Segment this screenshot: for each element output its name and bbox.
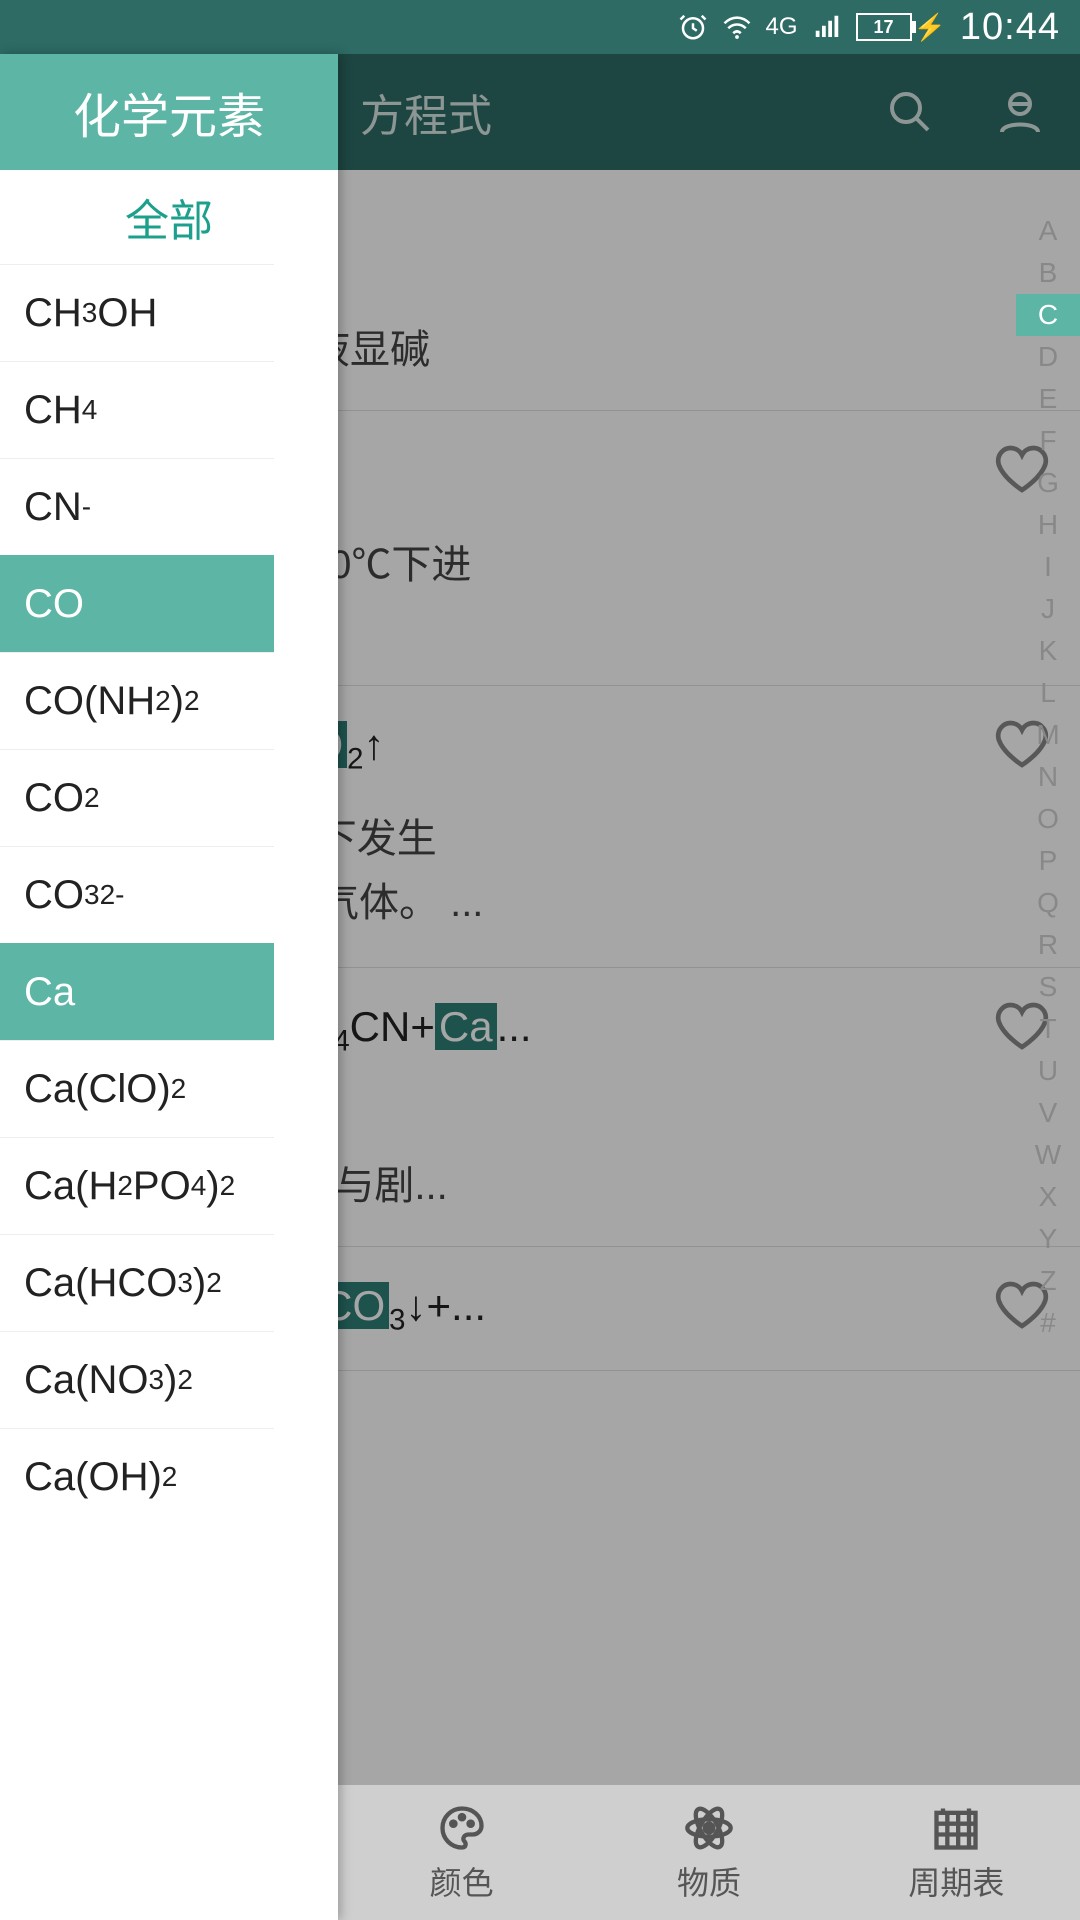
nav-periodic[interactable]: 周期表 bbox=[833, 1785, 1080, 1920]
status-bar: 4G 17 ⚡ 10:44 bbox=[0, 0, 1080, 54]
compound-item[interactable]: CO32- bbox=[0, 846, 274, 943]
index-letter[interactable]: I bbox=[1016, 546, 1080, 588]
index-letter[interactable]: # bbox=[1016, 1302, 1080, 1344]
compound-item[interactable]: CO2 bbox=[0, 749, 274, 846]
index-letter[interactable]: S bbox=[1016, 966, 1080, 1008]
alarm-icon bbox=[678, 12, 708, 42]
compound-item[interactable]: CH4 bbox=[0, 361, 274, 458]
table-icon bbox=[930, 1802, 982, 1854]
battery-indicator: 17 ⚡ bbox=[856, 12, 946, 43]
compound-item[interactable]: Ca(OH)2 bbox=[0, 1428, 274, 1525]
index-letter[interactable]: W bbox=[1016, 1134, 1080, 1176]
compound-item[interactable]: CO(NH2)2 bbox=[0, 652, 274, 749]
clock: 10:44 bbox=[960, 6, 1060, 49]
index-letter[interactable]: U bbox=[1016, 1050, 1080, 1092]
index-letter[interactable]: D bbox=[1016, 336, 1080, 378]
wifi-icon bbox=[722, 12, 752, 42]
index-letter[interactable]: E bbox=[1016, 378, 1080, 420]
atom-icon bbox=[683, 1802, 735, 1854]
bottom-nav: 颜色 物质 周期表 bbox=[338, 1785, 1080, 1920]
compound-item[interactable]: CN- bbox=[0, 458, 274, 555]
index-letter[interactable]: J bbox=[1016, 588, 1080, 630]
index-letter[interactable]: Y bbox=[1016, 1218, 1080, 1260]
compound-item[interactable]: Ca(HCO3)2 bbox=[0, 1234, 274, 1331]
sidebar-title: 化学元素 bbox=[0, 54, 338, 170]
element-sidebar: 化学元素 全部 CH3OHCH4CN-COCO(NH2)2CO2CO32-CaC… bbox=[0, 54, 338, 1920]
compound-list[interactable]: CH3OHCH4CN-COCO(NH2)2CO2CO32-CaCa(ClO)2C… bbox=[0, 264, 338, 1920]
index-letter[interactable]: V bbox=[1016, 1092, 1080, 1134]
index-letter[interactable]: T bbox=[1016, 1008, 1080, 1050]
nav-color[interactable]: 颜色 bbox=[338, 1785, 585, 1920]
sidebar-all[interactable]: 全部 bbox=[0, 170, 338, 264]
palette-icon bbox=[436, 1802, 488, 1854]
index-letter[interactable]: K bbox=[1016, 630, 1080, 672]
index-letter[interactable]: Z bbox=[1016, 1260, 1080, 1302]
index-letter[interactable]: B bbox=[1016, 252, 1080, 294]
alpha-index[interactable]: ABCDEFGHIJKLMNOPQRSTUVWXYZ# bbox=[1016, 210, 1080, 1344]
signal-icon bbox=[812, 12, 842, 42]
compound-item[interactable]: CO bbox=[0, 555, 274, 652]
index-letter[interactable]: X bbox=[1016, 1176, 1080, 1218]
index-letter[interactable]: F bbox=[1016, 420, 1080, 462]
index-letter[interactable]: P bbox=[1016, 840, 1080, 882]
compound-item[interactable]: Ca bbox=[0, 943, 274, 1040]
network-label: 4G bbox=[766, 13, 798, 41]
compound-item[interactable]: Ca(ClO)2 bbox=[0, 1040, 274, 1137]
compound-item[interactable]: Ca(NO3)2 bbox=[0, 1331, 274, 1428]
index-letter[interactable]: H bbox=[1016, 504, 1080, 546]
index-letter[interactable]: G bbox=[1016, 462, 1080, 504]
index-letter[interactable]: A bbox=[1016, 210, 1080, 252]
index-letter[interactable]: Q bbox=[1016, 882, 1080, 924]
compound-item[interactable]: CH3OH bbox=[0, 264, 274, 361]
index-letter[interactable]: C bbox=[1016, 294, 1080, 336]
index-letter[interactable]: R bbox=[1016, 924, 1080, 966]
index-letter[interactable]: O bbox=[1016, 798, 1080, 840]
compound-item[interactable]: Ca(H2PO4)2 bbox=[0, 1137, 274, 1234]
index-letter[interactable]: L bbox=[1016, 672, 1080, 714]
index-letter[interactable]: M bbox=[1016, 714, 1080, 756]
nav-substance[interactable]: 物质 bbox=[585, 1785, 832, 1920]
index-letter[interactable]: N bbox=[1016, 756, 1080, 798]
